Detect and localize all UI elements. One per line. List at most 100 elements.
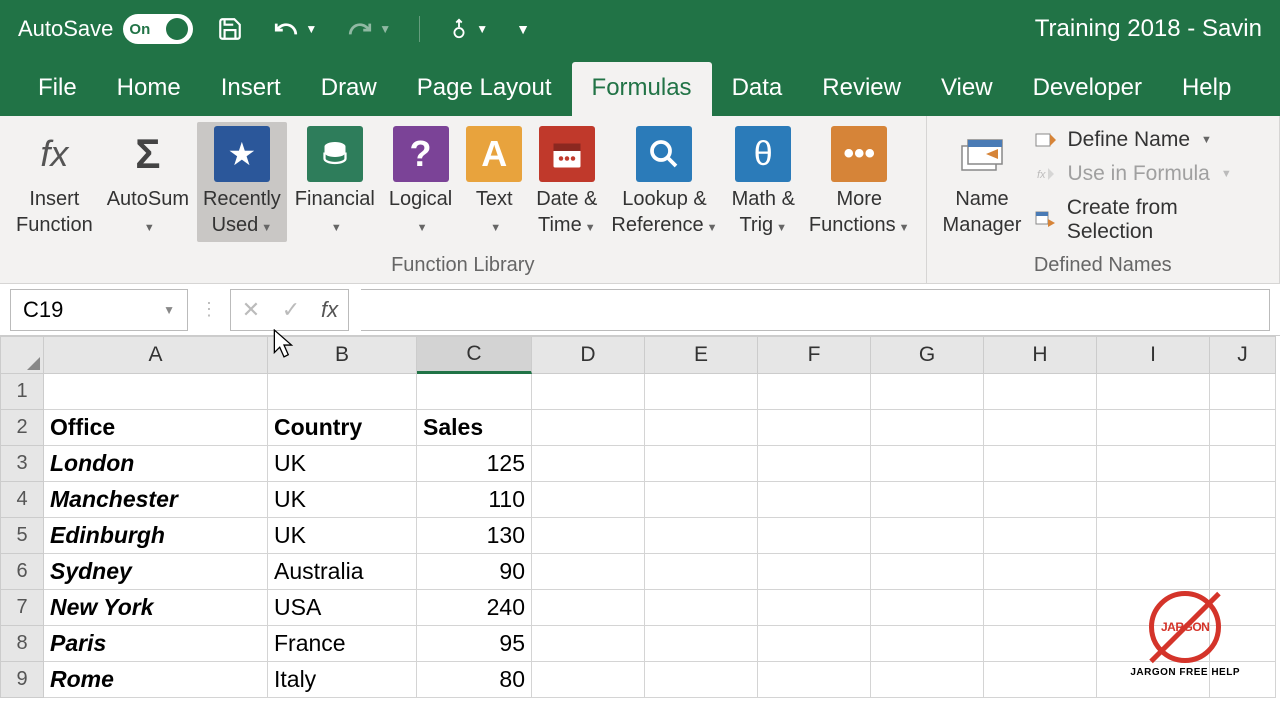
tab-data[interactable]: Data <box>712 62 803 116</box>
cell-j5[interactable] <box>1210 518 1276 554</box>
math-trig-button[interactable]: θ Math & Trig▼ <box>726 122 801 242</box>
cell-d9[interactable] <box>532 662 645 698</box>
cell-f2[interactable] <box>758 410 871 446</box>
cell-f7[interactable] <box>758 590 871 626</box>
tab-formulas[interactable]: Formulas <box>572 62 712 116</box>
cell-e1[interactable] <box>645 374 758 410</box>
cell-h8[interactable] <box>984 626 1097 662</box>
col-header-g[interactable]: G <box>871 336 984 374</box>
cell-b8[interactable]: France <box>268 626 417 662</box>
tab-page-layout[interactable]: Page Layout <box>397 62 572 116</box>
cell-b3[interactable]: UK <box>268 446 417 482</box>
tab-home[interactable]: Home <box>97 62 201 116</box>
col-header-j[interactable]: J <box>1210 336 1276 374</box>
cell-d1[interactable] <box>532 374 645 410</box>
cell-d4[interactable] <box>532 482 645 518</box>
cell-j3[interactable] <box>1210 446 1276 482</box>
cell-c2[interactable]: Sales <box>417 410 532 446</box>
tab-view[interactable]: View <box>921 62 1013 116</box>
cell-h3[interactable] <box>984 446 1097 482</box>
cell-g3[interactable] <box>871 446 984 482</box>
row-header-7[interactable]: 7 <box>0 590 44 626</box>
col-header-b[interactable]: B <box>268 336 417 374</box>
cell-d3[interactable] <box>532 446 645 482</box>
tab-review[interactable]: Review <box>802 62 921 116</box>
cell-h5[interactable] <box>984 518 1097 554</box>
cell-j6[interactable] <box>1210 554 1276 590</box>
cell-c5[interactable]: 130 <box>417 518 532 554</box>
row-header-8[interactable]: 8 <box>0 626 44 662</box>
cell-h1[interactable] <box>984 374 1097 410</box>
row-header-2[interactable]: 2 <box>0 410 44 446</box>
logical-button[interactable]: ? Logical▼ <box>383 122 458 242</box>
undo-icon[interactable]: ▼ <box>271 16 317 42</box>
cell-i5[interactable] <box>1097 518 1210 554</box>
name-box[interactable]: C19 ▼ <box>10 289 188 331</box>
cell-a3[interactable]: London <box>44 446 268 482</box>
cell-h4[interactable] <box>984 482 1097 518</box>
row-header-6[interactable]: 6 <box>0 554 44 590</box>
tab-developer[interactable]: Developer <box>1013 62 1162 116</box>
cell-e2[interactable] <box>645 410 758 446</box>
row-header-1[interactable]: 1 <box>0 374 44 410</box>
autosum-button[interactable]: Σ AutoSum▼ <box>101 122 195 242</box>
cell-h9[interactable] <box>984 662 1097 698</box>
cell-c9[interactable]: 80 <box>417 662 532 698</box>
cell-e6[interactable] <box>645 554 758 590</box>
cell-j4[interactable] <box>1210 482 1276 518</box>
cell-i1[interactable] <box>1097 374 1210 410</box>
date-time-button[interactable]: Date & Time▼ <box>530 122 603 242</box>
more-functions-button[interactable]: ••• More Functions▼ <box>803 122 916 242</box>
cell-e9[interactable] <box>645 662 758 698</box>
cell-j1[interactable] <box>1210 374 1276 410</box>
cell-b2[interactable]: Country <box>268 410 417 446</box>
cell-f1[interactable] <box>758 374 871 410</box>
col-header-h[interactable]: H <box>984 336 1097 374</box>
cell-i4[interactable] <box>1097 482 1210 518</box>
tab-draw[interactable]: Draw <box>301 62 397 116</box>
cell-b9[interactable]: Italy <box>268 662 417 698</box>
row-header-3[interactable]: 3 <box>0 446 44 482</box>
create-from-selection-button[interactable]: Create from Selection <box>1029 194 1269 246</box>
save-icon[interactable] <box>217 16 243 42</box>
cell-f3[interactable] <box>758 446 871 482</box>
cell-f5[interactable] <box>758 518 871 554</box>
cell-b6[interactable]: Australia <box>268 554 417 590</box>
cell-e7[interactable] <box>645 590 758 626</box>
cell-a9[interactable]: Rome <box>44 662 268 698</box>
cell-a4[interactable]: Manchester <box>44 482 268 518</box>
enter-icon[interactable]: ✓ <box>271 290 311 330</box>
col-header-f[interactable]: F <box>758 336 871 374</box>
select-all-corner[interactable] <box>0 336 44 374</box>
cell-c8[interactable]: 95 <box>417 626 532 662</box>
define-name-button[interactable]: Define Name ▼ <box>1029 126 1269 154</box>
col-header-e[interactable]: E <box>645 336 758 374</box>
cell-g5[interactable] <box>871 518 984 554</box>
cell-g6[interactable] <box>871 554 984 590</box>
cell-f8[interactable] <box>758 626 871 662</box>
cell-c7[interactable]: 240 <box>417 590 532 626</box>
col-header-i[interactable]: I <box>1097 336 1210 374</box>
tab-help[interactable]: Help <box>1162 62 1251 116</box>
cell-g2[interactable] <box>871 410 984 446</box>
cell-a6[interactable]: Sydney <box>44 554 268 590</box>
cell-f4[interactable] <box>758 482 871 518</box>
financial-button[interactable]: Financial▼ <box>289 122 381 242</box>
cell-f6[interactable] <box>758 554 871 590</box>
col-header-c[interactable]: C <box>417 336 532 374</box>
customize-qat-icon[interactable]: ▼ <box>516 21 530 37</box>
cell-b5[interactable]: UK <box>268 518 417 554</box>
cancel-icon[interactable]: ✕ <box>231 290 271 330</box>
cell-a1[interactable] <box>44 374 268 410</box>
cell-d2[interactable] <box>532 410 645 446</box>
cell-e3[interactable] <box>645 446 758 482</box>
cell-g1[interactable] <box>871 374 984 410</box>
cell-d5[interactable] <box>532 518 645 554</box>
name-manager-button[interactable]: Name Manager <box>937 122 1028 242</box>
cell-b4[interactable]: UK <box>268 482 417 518</box>
cell-c3[interactable]: 125 <box>417 446 532 482</box>
tab-file[interactable]: File <box>18 62 97 116</box>
redo-icon[interactable]: ▼ <box>345 16 391 42</box>
cell-g8[interactable] <box>871 626 984 662</box>
autosave-toggle[interactable]: On <box>123 14 193 44</box>
